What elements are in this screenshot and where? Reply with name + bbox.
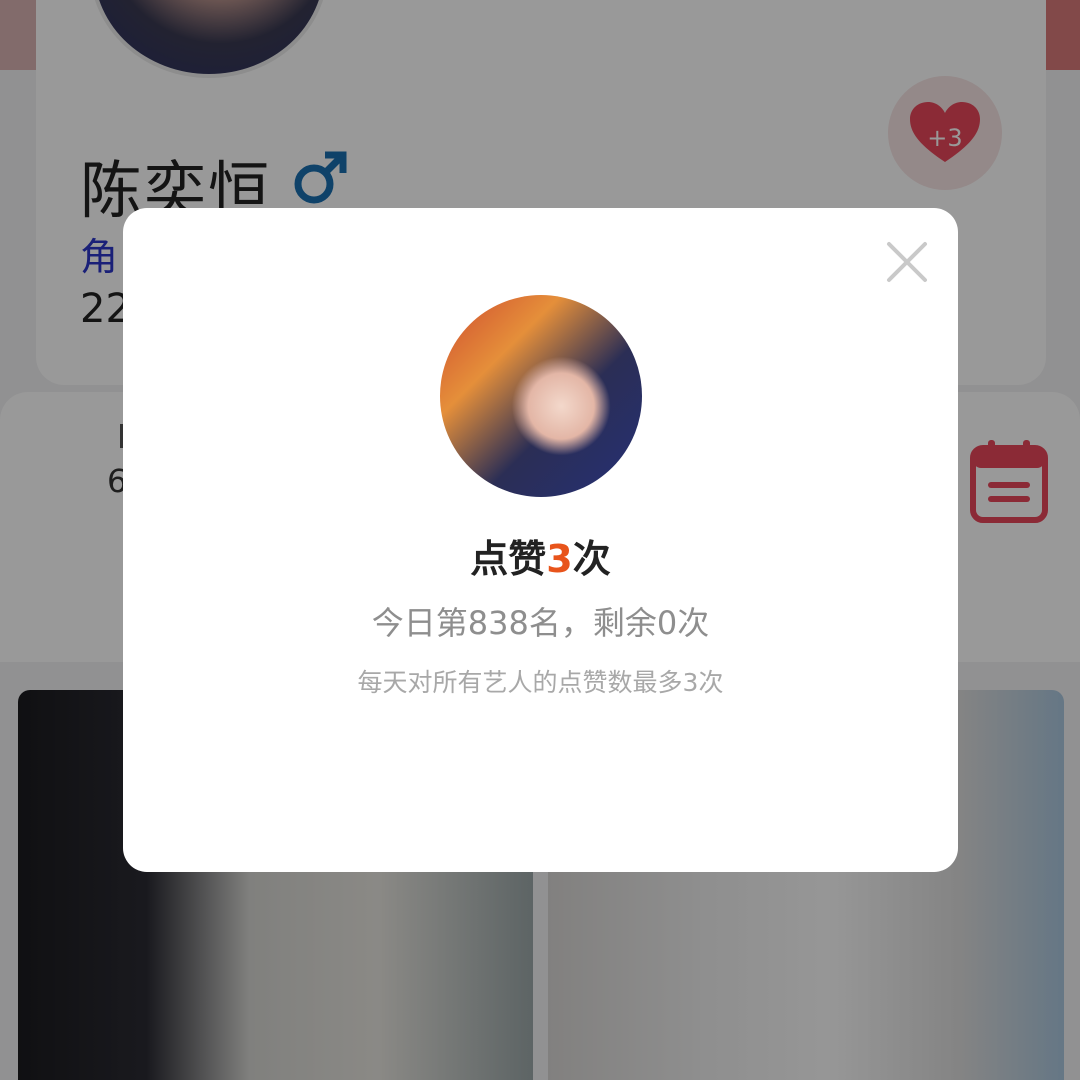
dialog-note: 每天对所有艺人的点赞数最多3次 bbox=[357, 668, 724, 697]
like-result-dialog: 点赞3次 今日第838名，剩余0次 每天对所有艺人的点赞数最多3次 bbox=[123, 208, 958, 872]
close-icon[interactable] bbox=[883, 238, 931, 286]
dialog-avatar bbox=[440, 295, 642, 497]
title-count: 3 bbox=[546, 537, 573, 581]
dialog-title: 点赞3次 bbox=[123, 528, 958, 583]
title-suffix: 次 bbox=[572, 537, 611, 581]
title-prefix: 点赞 bbox=[470, 537, 547, 581]
dialog-subtitle: 今日第838名，剩余0次 bbox=[371, 604, 710, 642]
